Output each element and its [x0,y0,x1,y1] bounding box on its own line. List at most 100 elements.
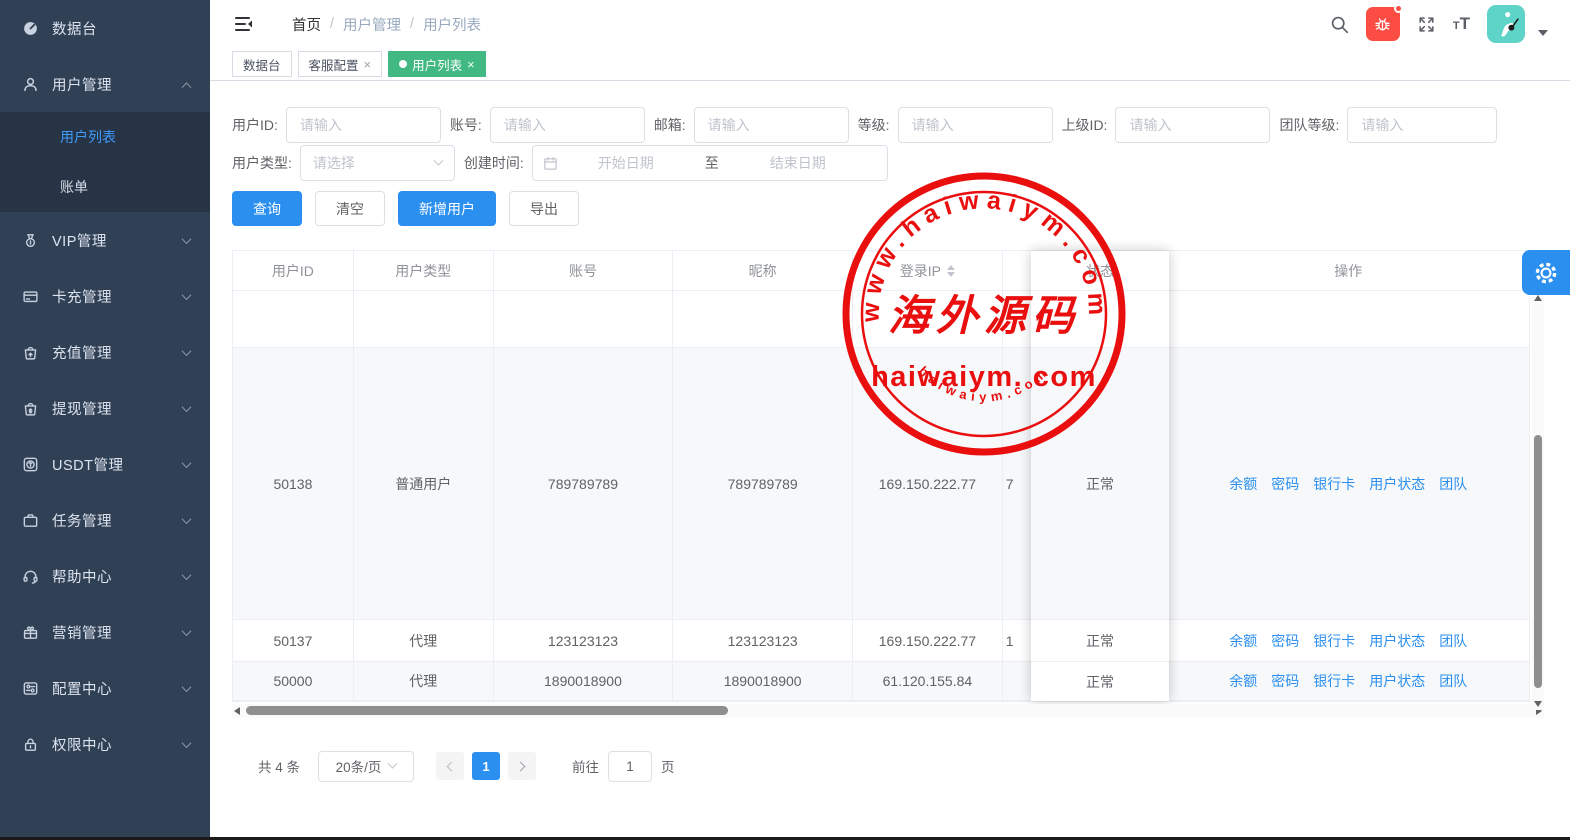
close-icon[interactable]: × [364,58,372,71]
scroll-down-arrow-icon[interactable] [1534,701,1542,707]
tab-dashboard[interactable]: 数据台 [232,51,292,77]
scroll-up-arrow-icon[interactable] [1534,295,1542,301]
next-page-button[interactable] [508,752,536,780]
filter-parent-id: 上级ID: [1062,107,1271,143]
team-link[interactable]: 团队 [1439,671,1467,691]
sidebar-item-usdt[interactable]: USDT管理 [0,436,210,492]
cell-login-ip [853,291,1003,347]
email-input[interactable] [694,107,849,143]
password-link[interactable]: 密码 [1271,631,1299,651]
sidebar-item-permissions[interactable]: 权限中心 [0,716,210,772]
team-link[interactable]: 团队 [1439,631,1467,651]
table-row [233,291,1529,348]
sidebar-item-tasks[interactable]: 任务管理 [0,492,210,548]
sidebar-item-user-list[interactable]: 用户列表 [0,112,210,162]
chevron-right-icon [516,761,526,771]
date-range-picker[interactable]: 至 [532,145,888,181]
sidebar-item-user-management[interactable]: 用户管理 [0,56,210,112]
page-size-select[interactable]: 20条/页 [318,751,414,782]
sidebar-item-help-center[interactable]: 帮助中心 [0,548,210,604]
filter-row-1: 用户ID: 账号: 邮箱: 等级: 上级ID: 团队等级: [232,107,1506,143]
avatar[interactable] [1487,5,1525,43]
bank-card-link[interactable]: 银行卡 [1313,474,1355,494]
password-link[interactable]: 密码 [1271,474,1299,494]
password-link[interactable]: 密码 [1271,671,1299,691]
select-placeholder: 请选择 [313,153,355,173]
font-size-icon[interactable]: TT [1453,14,1470,34]
horizontal-scrollbar-thumb[interactable] [246,706,728,715]
vertical-scrollbar-thumb[interactable] [1534,435,1542,688]
cell-user-id [233,291,354,347]
medal-icon [22,232,39,249]
horizontal-scrollbar[interactable] [232,704,1544,718]
breadcrumb-user-management[interactable]: 用户管理 [343,14,401,35]
gift-icon [22,624,39,641]
sidebar-item-bills[interactable]: 账单 [0,162,210,212]
balance-link[interactable]: 余额 [1229,474,1257,494]
goto-page-input[interactable] [608,751,652,782]
bank-card-link[interactable]: 银行卡 [1313,631,1355,651]
sidebar-item-deposit[interactable]: 充值管理 [0,324,210,380]
bank-card-link[interactable]: 银行卡 [1313,671,1355,691]
chevron-up-icon [182,82,192,92]
sidebar-item-dashboard[interactable]: 数据台 [0,0,210,56]
user-id-input[interactable] [286,107,441,143]
settings-panel-button[interactable] [1522,250,1570,295]
vertical-scrollbar[interactable] [1532,292,1544,710]
filter-level: 等级: [858,107,1053,143]
sort-caret-icon[interactable] [947,265,955,277]
end-date-input[interactable] [734,148,862,178]
cell-status: 正常 [1031,348,1169,620]
level-input[interactable] [898,107,1053,143]
user-status-link[interactable]: 用户状态 [1369,474,1425,494]
column-header-actions: 操作 [1168,251,1529,290]
start-date-input[interactable] [562,148,690,178]
sidebar-item-card-recharge[interactable]: 卡充管理 [0,268,210,324]
tab-label: 客服配置 [309,55,359,74]
close-icon[interactable]: × [467,58,475,71]
cell-nickname [673,291,853,347]
user-status-link[interactable]: 用户状态 [1369,631,1425,651]
sidebar-item-config-center[interactable]: 配置中心 [0,660,210,716]
team-link[interactable]: 团队 [1439,474,1467,494]
cell-actions: 余额 密码 银行卡 用户状态 团队 [1168,662,1529,700]
add-user-button[interactable]: 新增用户 [398,191,496,226]
balance-link[interactable]: 余额 [1229,631,1257,651]
chevron-down-icon [388,758,398,768]
column-header-nickname: 昵称 [673,251,853,290]
parent-id-input[interactable] [1115,107,1270,143]
chevron-left-icon [447,761,457,771]
clear-button[interactable]: 清空 [315,191,385,226]
prev-page-button[interactable] [436,752,464,780]
scroll-left-arrow-icon[interactable] [234,707,240,715]
sidebar-item-marketing[interactable]: 营销管理 [0,604,210,660]
column-header-account: 账号 [494,251,674,290]
sidebar-item-label: VIP管理 [52,230,183,251]
account-input[interactable] [490,107,645,143]
column-header-login-ip[interactable]: 登录IP [853,251,1003,290]
tab-service-config[interactable]: 客服配置 × [298,51,383,77]
sidebar-item-vip[interactable]: VIP管理 [0,212,210,268]
fullscreen-icon[interactable] [1417,15,1436,34]
tab-user-list[interactable]: 用户列表 × [388,51,486,77]
table-row: 50138 普通用户 789789789 789789789 169.150.2… [233,348,1529,620]
user-menu-caret-icon[interactable] [1538,30,1548,36]
cell-login-ip: 61.120.155.84 [853,662,1003,700]
balance-link[interactable]: 余额 [1229,671,1257,691]
search-icon[interactable] [1330,15,1349,34]
filter-label: 上级ID: [1062,115,1116,135]
breadcrumb-home[interactable]: 首页 [292,14,321,35]
page-number-button[interactable]: 1 [472,752,500,780]
team-level-input[interactable] [1347,107,1497,143]
filter-label: 用户类型: [232,153,300,173]
search-button[interactable]: 查询 [232,191,302,226]
error-log-button[interactable] [1366,7,1400,41]
user-status-link[interactable]: 用户状态 [1369,671,1425,691]
chevron-down-icon [182,514,192,524]
user-type-select[interactable]: 请选择 [300,145,455,181]
sidebar-item-withdraw[interactable]: 提现管理 [0,380,210,436]
export-button[interactable]: 导出 [509,191,579,226]
sidebar-collapse-icon[interactable] [234,15,254,33]
column-header-status: 状态 [1031,251,1169,291]
sidebar: 数据台 用户管理 用户列表 账单 VIP管理 [0,0,210,837]
